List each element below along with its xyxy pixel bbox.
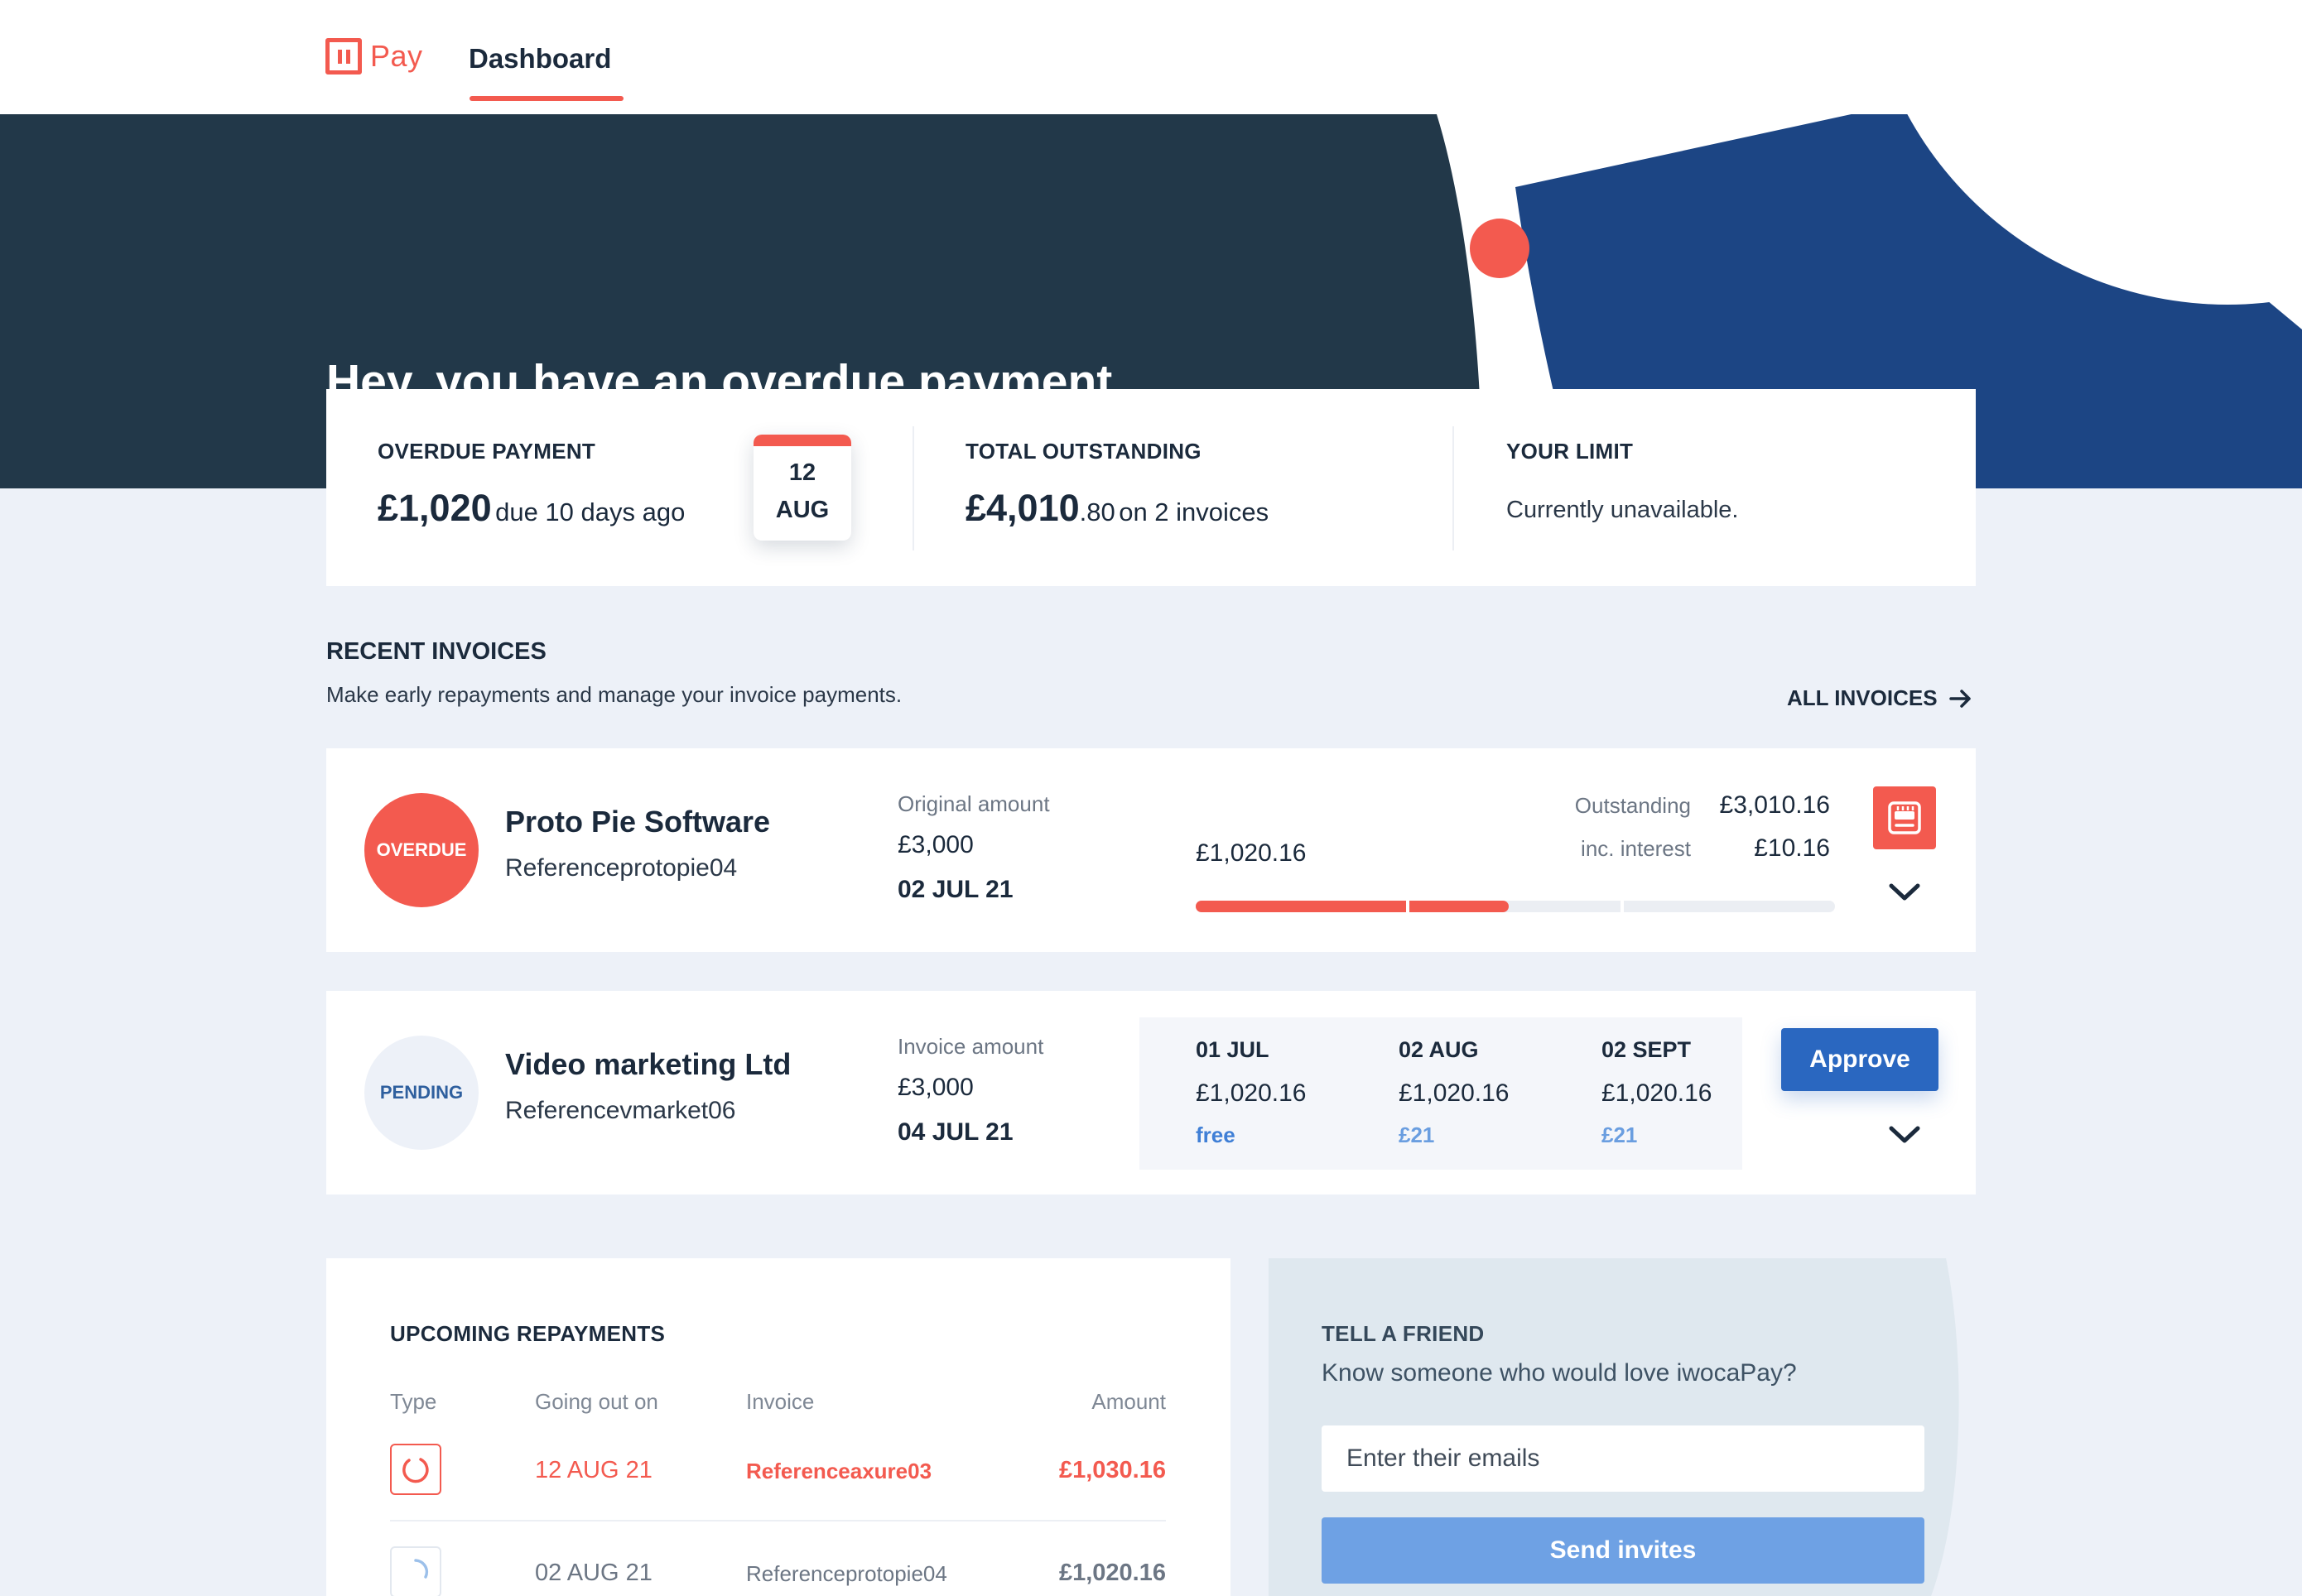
status-badge: PENDING — [364, 1036, 479, 1150]
amount-label: Original amount — [898, 791, 1050, 816]
calendar-month: AUG — [775, 497, 830, 523]
friend-title: TELL A FRIEND — [1322, 1321, 1485, 1346]
payment-icon-button[interactable] — [1873, 786, 1936, 849]
schedule-date: 02 SEPT — [1601, 1037, 1692, 1062]
divider — [913, 426, 914, 550]
invoice-card-pending[interactable]: PENDING Video marketing Ltd Referencevma… — [326, 991, 1976, 1195]
amount-value: £3,000 — [898, 831, 974, 858]
column-header-type: Type — [390, 1389, 437, 1414]
repayment-date: 12 AUG 21 — [535, 1457, 653, 1483]
progress-segment-divider — [1621, 901, 1624, 912]
all-invoices-link[interactable]: ALL INVOICES — [1787, 685, 1972, 711]
outstanding-value: £3,010.16 — [1719, 791, 1830, 819]
schedule-item: 02 SEPT £1,020.16 £21 — [1601, 1037, 1712, 1148]
status-badge: OVERDUE — [364, 793, 479, 907]
invoice-reference: Referencevmarket06 — [505, 1097, 736, 1124]
overdue-note: due 10 days ago — [495, 498, 686, 526]
schedule-fee: free — [1196, 1122, 1235, 1147]
invoice-date: 04 JUL 21 — [898, 1118, 1014, 1146]
expand-chevron-button[interactable] — [1885, 1115, 1924, 1155]
progress-segment-divider — [1406, 901, 1409, 912]
recent-invoices-title: RECENT INVOICES — [326, 638, 547, 665]
repayment-date: 02 AUG 21 — [535, 1560, 653, 1586]
divider — [1452, 426, 1454, 550]
schedule-item: 02 AUG £1,020.16 £21 — [1399, 1037, 1509, 1148]
schedule-date: 02 AUG — [1399, 1037, 1479, 1062]
schedule-date: 01 JUL — [1196, 1037, 1269, 1062]
outstanding-label: TOTAL OUTSTANDING — [966, 439, 1202, 464]
schedule-amount: £1,020.16 — [1399, 1079, 1510, 1107]
recent-invoices-subtitle: Make early repayments and manage your in… — [326, 682, 903, 707]
upcoming-title: UPCOMING REPAYMENTS — [390, 1321, 666, 1346]
arrow-right-icon — [1948, 689, 1971, 708]
upcoming-repayments-card: UPCOMING REPAYMENTS Type Going out on In… — [326, 1258, 1230, 1596]
active-tab-indicator — [470, 96, 624, 101]
friend-subtitle: Know someone who would love iwocaPay? — [1322, 1359, 1797, 1387]
invoice-card-overdue[interactable]: OVERDUE Proto Pie Software Referenceprot… — [326, 748, 1976, 952]
invoice-reference: Referenceprotopie04 — [505, 854, 738, 882]
row-divider — [390, 1520, 1166, 1521]
outstanding-amount-line: £4,010.80 on 2 invoices — [966, 487, 1269, 530]
outstanding-note: on 2 invoices — [1119, 498, 1269, 526]
schedule-amount: £1,020.16 — [1196, 1079, 1307, 1107]
repayment-amount: £1,020.16 — [1058, 1560, 1166, 1586]
invoice-date: 02 JUL 21 — [898, 876, 1014, 903]
brand-logo[interactable]: Pay — [325, 38, 423, 75]
send-invites-button[interactable]: Send invites — [1322, 1517, 1924, 1584]
card-pay-icon — [1888, 801, 1921, 834]
amount-label: Invoice amount — [898, 1034, 1044, 1059]
chevron-down-icon — [1889, 1126, 1920, 1143]
column-header-invoice: Invoice — [746, 1389, 815, 1414]
outstanding-amount: £4,010 — [966, 487, 1080, 529]
repayment-type-icon — [390, 1546, 441, 1596]
summary-card: OVERDUE PAYMENT £1,020 due 10 days ago 1… — [326, 389, 1976, 586]
email-input[interactable] — [1322, 1425, 1924, 1492]
overdue-amount: £1,020 — [378, 487, 492, 529]
interest-label: inc. interest — [1581, 836, 1691, 861]
tell-a-friend-card: TELL A FRIEND Know someone who would lov… — [1269, 1258, 1961, 1596]
invoice-company: Proto Pie Software — [505, 805, 771, 839]
repayment-progress-fill — [1196, 901, 1509, 912]
schedule-fee: £21 — [1601, 1122, 1638, 1147]
limit-value: Currently unavailable. — [1506, 497, 1739, 523]
column-header-amount: Amount — [1091, 1389, 1166, 1414]
outstanding-pence: .80 — [1079, 498, 1115, 526]
progress-ring-icon — [414, 1559, 429, 1579]
repayment-type-icon — [390, 1444, 441, 1495]
schedule-item: 01 JUL £1,020.16 free — [1196, 1037, 1306, 1148]
overdue-amount-line: £1,020 due 10 days ago — [378, 487, 685, 530]
interest-value: £10.16 — [1754, 834, 1830, 862]
repayment-amount: £1,030.16 — [1058, 1457, 1166, 1483]
schedule-amount: £1,020.16 — [1601, 1079, 1712, 1107]
limit-label: YOUR LIMIT — [1506, 439, 1634, 464]
column-header-going-out: Going out on — [535, 1389, 658, 1414]
approve-button[interactable]: Approve — [1781, 1028, 1938, 1091]
overdue-label: OVERDUE PAYMENT — [378, 439, 596, 464]
tab-dashboard[interactable]: Dashboard — [469, 43, 611, 75]
repayment-invoice-link[interactable]: Referenceprotopie04 — [746, 1561, 947, 1587]
schedule-fee: £21 — [1399, 1122, 1435, 1147]
logo-icon — [325, 38, 362, 75]
expand-chevron-button[interactable] — [1885, 873, 1924, 912]
repayment-invoice-link[interactable]: Referenceaxure03 — [746, 1459, 932, 1484]
all-invoices-label: ALL INVOICES — [1787, 685, 1938, 710]
calendar-badge: 12 AUG — [754, 435, 851, 541]
chevron-down-icon — [1889, 883, 1920, 901]
logo-text: Pay — [370, 39, 423, 73]
invoice-company: Video marketing Ltd — [505, 1047, 792, 1081]
top-nav: Pay Dashboard — [0, 0, 2302, 114]
calendar-day: 12 — [788, 459, 816, 486]
due-amount: £1,020.16 — [1196, 839, 1307, 867]
outstanding-label: Outstanding — [1574, 793, 1691, 818]
repayment-schedule: 01 JUL £1,020.16 free 02 AUG £1,020.16 £… — [1139, 1017, 1742, 1170]
progress-ring-icon — [402, 1458, 429, 1483]
amount-value: £3,000 — [898, 1074, 974, 1101]
